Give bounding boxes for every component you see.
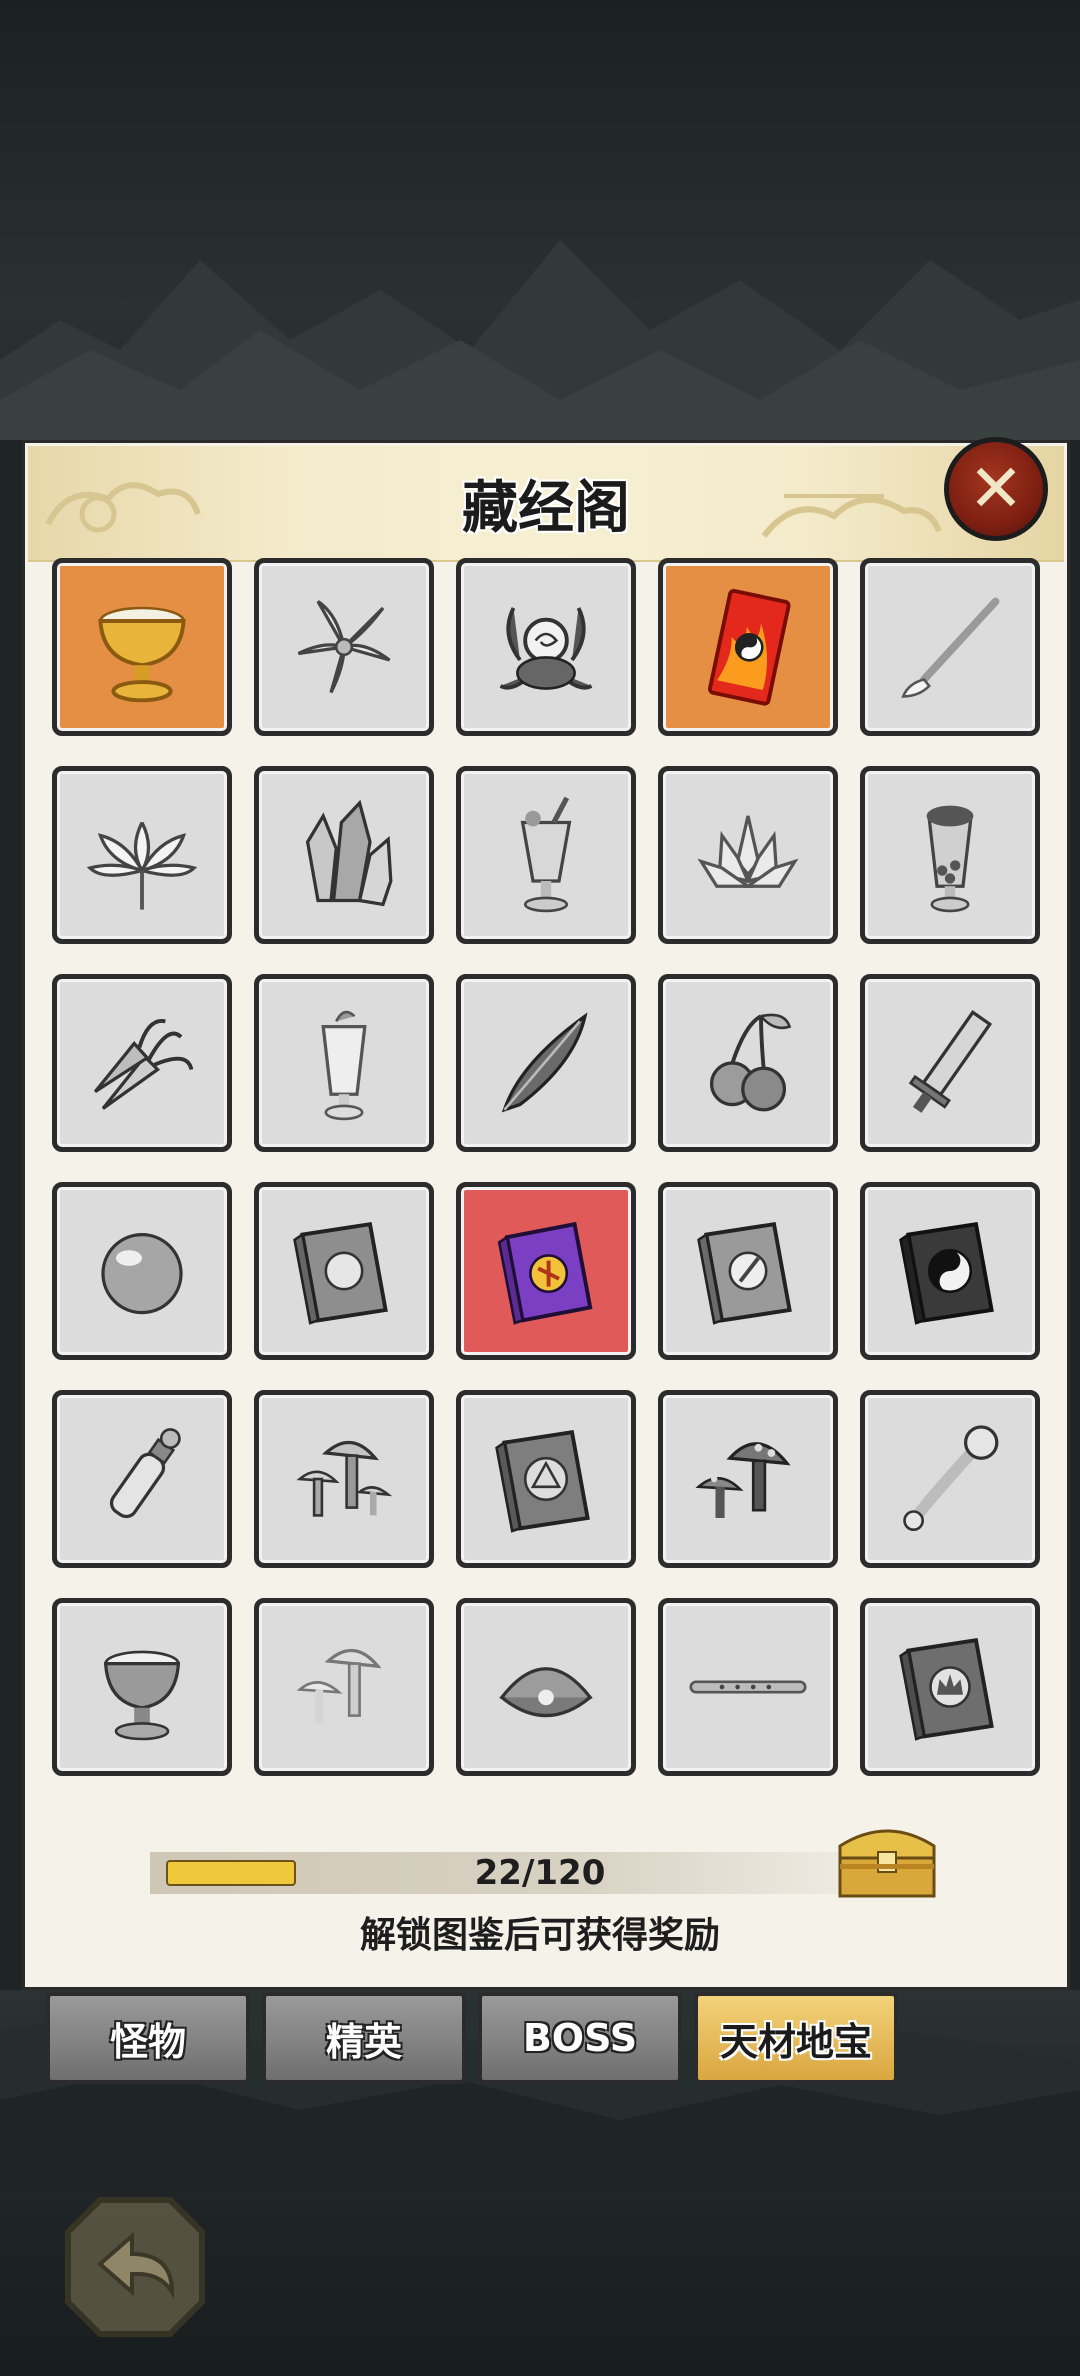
lily-flower-icon xyxy=(297,600,391,694)
item-cell[interactable] xyxy=(52,766,232,944)
pearl-orb-icon xyxy=(101,1232,183,1315)
cherries-icon xyxy=(709,1013,792,1112)
crystal-cluster-icon xyxy=(305,799,393,907)
reward-hint: 解锁图鉴后可获得奖励 xyxy=(359,1915,720,1956)
background-top xyxy=(0,0,1080,440)
item-cell[interactable] xyxy=(456,974,636,1152)
item-cell[interactable] xyxy=(456,1390,636,1568)
item-cell[interactable] xyxy=(254,1598,434,1776)
crystal-lotus-icon xyxy=(697,815,799,888)
close-button[interactable]: ✕ xyxy=(944,437,1048,541)
item-cell[interactable] xyxy=(52,1182,232,1360)
item-cell[interactable] xyxy=(456,766,636,944)
beast-book-icon xyxy=(293,1221,388,1325)
flame-talisman-card-icon xyxy=(707,588,791,706)
spotted-mushrooms-icon xyxy=(695,1442,791,1518)
golden-chalice-icon xyxy=(98,606,186,703)
item-cell[interactable] xyxy=(52,1598,232,1776)
item-cell[interactable] xyxy=(860,1598,1040,1776)
tab-treasures[interactable]: 天材地宝 xyxy=(694,1992,898,2084)
item-cell[interactable] xyxy=(254,558,434,736)
item-cell[interactable] xyxy=(52,974,232,1152)
item-grid xyxy=(52,558,1042,1776)
purple-tome-icon xyxy=(497,1221,593,1325)
bamboo-flute-icon xyxy=(689,1680,807,1694)
item-cell[interactable] xyxy=(860,558,1040,736)
ruyi-scepter-icon xyxy=(903,1425,999,1531)
formation-book-icon xyxy=(495,1429,590,1533)
crown-book-icon xyxy=(899,1637,994,1741)
item-cell[interactable] xyxy=(52,1390,232,1568)
item-cell[interactable] xyxy=(658,1390,838,1568)
spider-lily-orb-icon xyxy=(499,607,593,690)
powder-bowl-icon xyxy=(103,1650,181,1741)
tab-elite[interactable]: 精英 xyxy=(262,1992,466,2084)
item-cell[interactable] xyxy=(658,974,838,1152)
item-cell[interactable] xyxy=(52,558,232,736)
potion-vial-icon xyxy=(109,1428,181,1519)
item-cell[interactable] xyxy=(254,1390,434,1568)
item-cell[interactable] xyxy=(456,558,636,736)
item-cell[interactable] xyxy=(254,766,434,944)
item-cell[interactable] xyxy=(860,1182,1040,1360)
page-title: 藏经阁 xyxy=(462,474,630,541)
item-cell[interactable] xyxy=(860,766,1040,944)
back-button[interactable] xyxy=(60,2192,210,2342)
juice-glass-icon xyxy=(520,796,572,913)
item-cell[interactable] xyxy=(658,558,838,736)
category-tabs: 怪物 精英 BOSS 天材地宝 xyxy=(46,1992,1046,2088)
close-icon: ✕ xyxy=(968,450,1024,527)
pale-mushrooms-icon xyxy=(296,1648,382,1724)
sword-icon xyxy=(908,1010,993,1113)
item-cell[interactable] xyxy=(860,974,1040,1152)
item-cell[interactable] xyxy=(658,1598,838,1776)
feather-icon xyxy=(501,1012,588,1113)
treasure-chest-icon[interactable] xyxy=(832,1812,942,1902)
item-cell[interactable] xyxy=(860,1390,1040,1568)
item-cell[interactable] xyxy=(456,1598,636,1776)
item-cell[interactable] xyxy=(254,974,434,1152)
blade-book-icon xyxy=(697,1221,792,1325)
item-cell[interactable] xyxy=(456,1182,636,1360)
item-cell[interactable] xyxy=(254,1182,434,1360)
bubble-tea-icon xyxy=(926,805,974,913)
tab-monsters[interactable]: 怪物 xyxy=(46,1992,250,2084)
clam-shell-icon xyxy=(499,1667,593,1718)
carrots-icon xyxy=(93,1019,194,1110)
item-cell[interactable] xyxy=(658,1182,838,1360)
brush-icon xyxy=(901,597,1000,698)
tab-boss[interactable]: BOSS xyxy=(478,1992,682,2084)
panel-header: 藏经阁 xyxy=(28,446,1064,562)
item-cell[interactable] xyxy=(658,766,838,944)
milkshake-icon xyxy=(321,1010,367,1121)
mushrooms-icon xyxy=(296,1440,393,1517)
lotus-flower-icon xyxy=(86,821,198,910)
yin-yang-book-icon xyxy=(899,1221,994,1325)
